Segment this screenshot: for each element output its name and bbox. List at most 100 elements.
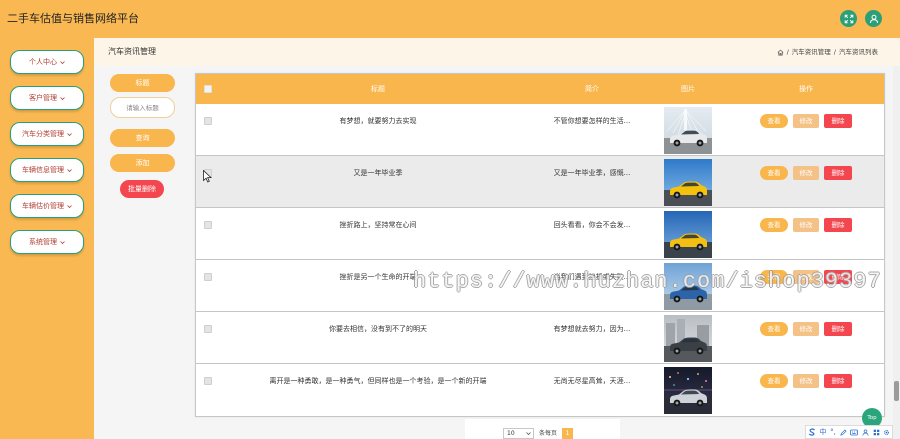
view-button[interactable]: 查看 — [760, 114, 788, 128]
row-checkbox[interactable] — [204, 221, 212, 229]
view-button[interactable]: 查看 — [760, 374, 788, 388]
page-size-value: 10 — [507, 430, 515, 437]
car-photo — [664, 367, 712, 414]
row-intro: 回头看看，你会不会发... — [553, 221, 631, 229]
top-header: 二手车估值与销售网络平台 — [0, 0, 900, 38]
row-intro-cell: 不管你想要怎样的生活... — [536, 104, 648, 155]
row-intro: 有梦想就去努力，因为... — [553, 325, 631, 333]
row-intro-cell: 又是一年毕业季，感慨... — [536, 156, 648, 207]
breadcrumb-item-news-management[interactable]: 汽车资讯管理 — [792, 47, 831, 57]
query-button[interactable]: 查询 — [110, 129, 175, 147]
keyboard-icon[interactable] — [850, 429, 859, 436]
row-checkbox[interactable] — [204, 377, 212, 385]
row-intro-cell: 当我们遇到挫折或失败... — [536, 260, 648, 311]
delete-button[interactable]: 删除 — [824, 374, 852, 388]
row-title: 你要去相信，没有到不了的明天 — [329, 325, 427, 333]
chevron-down-icon — [60, 96, 65, 100]
breadcrumb: / 汽车资讯管理 / 汽车资讯列表 — [777, 47, 878, 57]
row-image-cell — [648, 104, 728, 155]
row-title-cell: 你要去相信，没有到不了的明天 — [220, 312, 536, 363]
page-number-current[interactable]: 1 — [562, 428, 573, 439]
user-icon[interactable] — [862, 429, 869, 436]
row-image-cell — [648, 260, 728, 311]
sidebar-item-vehicle-info-management[interactable]: 车辆信息管理 — [10, 158, 84, 182]
row-checkbox[interactable] — [204, 325, 212, 333]
pencil-icon[interactable] — [839, 428, 847, 436]
edit-button[interactable]: 修改 — [793, 114, 819, 128]
page-size-select[interactable]: 10 — [503, 428, 534, 439]
select-all-checkbox[interactable] — [204, 85, 212, 93]
delete-button[interactable]: 删除 — [824, 114, 852, 128]
view-button[interactable]: 查看 — [760, 322, 788, 336]
sidebar-item-label: 车辆信息管理 — [22, 166, 64, 174]
row-intro-cell: 有梦想就去努力，因为... — [536, 312, 648, 363]
table-row: 有梦想，就要努力去实现 不管你想要怎样的生活... 查看 修改 删除 — [196, 104, 884, 156]
sidebar-item-customer-management[interactable]: 客户管理 — [10, 86, 84, 110]
user-icon[interactable] — [865, 10, 882, 27]
title-search-input[interactable] — [110, 97, 175, 118]
row-title-cell: 离开是一种勇敢，是一种勇气，但同样也是一个考验，是一个新的开端 — [220, 364, 536, 416]
ime-mode-toggle[interactable]: 中 — [819, 427, 826, 437]
news-table: 标题 简介 图片 操作 有梦想，就要努力去实现 不管你想要怎样的生活... 查看 修改… — [195, 73, 885, 417]
row-checkbox[interactable] — [204, 273, 212, 281]
view-button[interactable]: 查看 — [760, 166, 788, 180]
view-button[interactable]: 查看 — [760, 270, 788, 284]
sidebar-item-label: 汽车分类管理 — [22, 130, 64, 138]
column-header-intro: 简介 — [585, 85, 599, 93]
edit-button[interactable]: 修改 — [793, 322, 819, 336]
add-button[interactable]: 添加 — [110, 154, 175, 172]
view-button[interactable]: 查看 — [760, 218, 788, 232]
edit-button[interactable]: 修改 — [793, 218, 819, 232]
home-icon[interactable] — [777, 49, 784, 56]
delete-button[interactable]: 删除 — [824, 218, 852, 232]
sidebar-item-system-management[interactable]: 系统管理 — [10, 230, 84, 254]
gear-icon[interactable] — [883, 429, 890, 436]
row-intro: 当我们遇到挫折或失败... — [553, 273, 631, 281]
sidebar-item-personal-center[interactable]: 个人中心 — [10, 50, 84, 74]
breadcrumb-bar: 汽车资讯管理 / 汽车资讯管理 / 汽车资讯列表 — [94, 38, 900, 66]
fullscreen-icon[interactable] — [840, 10, 857, 27]
table-row: 离开是一种勇敢，是一种勇气，但同样也是一个考验，是一个新的开端 无尚无尽星高耸，天… — [196, 364, 884, 416]
table-row: 挫折路上，坚持常在心间 回头看看，你会不会发... 查看 修改 删除 — [196, 208, 884, 260]
batch-delete-button[interactable]: 批量删除 — [120, 180, 164, 198]
row-title-cell: 挫折是另一个生命的开端 — [220, 260, 536, 311]
row-intro: 又是一年毕业季，感慨... — [553, 169, 631, 177]
sidebar-item-car-category-management[interactable]: 汽车分类管理 — [10, 122, 84, 146]
chevron-down-icon — [67, 168, 72, 172]
row-intro-cell: 回头看看，你会不会发... — [536, 208, 648, 259]
sidebar-menu: 个人中心客户管理汽车分类管理 车辆信息管理 车辆估价管理系统管理 — [10, 50, 84, 254]
row-image-cell — [648, 364, 728, 416]
delete-button[interactable]: 删除 — [824, 322, 852, 336]
car-photo — [664, 107, 712, 154]
breadcrumb-item-news-list: 汽车资讯列表 — [839, 48, 878, 56]
breadcrumb-separator: / — [833, 48, 836, 56]
scrollbar-thumb[interactable] — [894, 381, 899, 401]
sogou-logo-icon[interactable] — [808, 428, 816, 436]
page-title: 汽车资讯管理 — [108, 47, 156, 56]
breadcrumb-separator: / — [786, 48, 789, 56]
chevron-down-icon — [67, 132, 72, 136]
row-title-cell: 挫折路上，坚持常在心间 — [220, 208, 536, 259]
table-body: 有梦想，就要努力去实现 不管你想要怎样的生活... 查看 修改 删除 又是一年毕业季 又是一… — [196, 104, 884, 416]
edit-button[interactable]: 修改 — [793, 270, 819, 284]
grid-icon[interactable] — [873, 429, 880, 436]
delete-button[interactable]: 删除 — [824, 270, 852, 284]
sidebar-item-label: 车辆估价管理 — [22, 202, 64, 210]
sidebar-item-label: 客户管理 — [29, 94, 57, 102]
chevron-down-icon — [67, 204, 72, 208]
ime-punctuation-toggle[interactable]: °, — [830, 427, 836, 437]
sidebar: 个人中心客户管理汽车分类管理 车辆信息管理 车辆估价管理系统管理 — [0, 38, 94, 439]
title-field-label: 标题 — [110, 74, 175, 92]
row-image-cell — [648, 312, 728, 363]
row-checkbox-cell — [196, 260, 220, 311]
row-checkbox[interactable] — [204, 117, 212, 125]
car-photo — [664, 211, 712, 258]
edit-button[interactable]: 修改 — [793, 166, 819, 180]
header-checkbox-cell — [196, 74, 220, 104]
row-checkbox-cell — [196, 312, 220, 363]
row-actions: 查看 修改 删除 — [728, 312, 884, 363]
sidebar-item-vehicle-valuation-management[interactable]: 车辆估价管理 — [10, 194, 84, 218]
edit-button[interactable]: 修改 — [793, 374, 819, 388]
delete-button[interactable]: 删除 — [824, 166, 852, 180]
row-title: 挫折是另一个生命的开端 — [339, 273, 417, 281]
